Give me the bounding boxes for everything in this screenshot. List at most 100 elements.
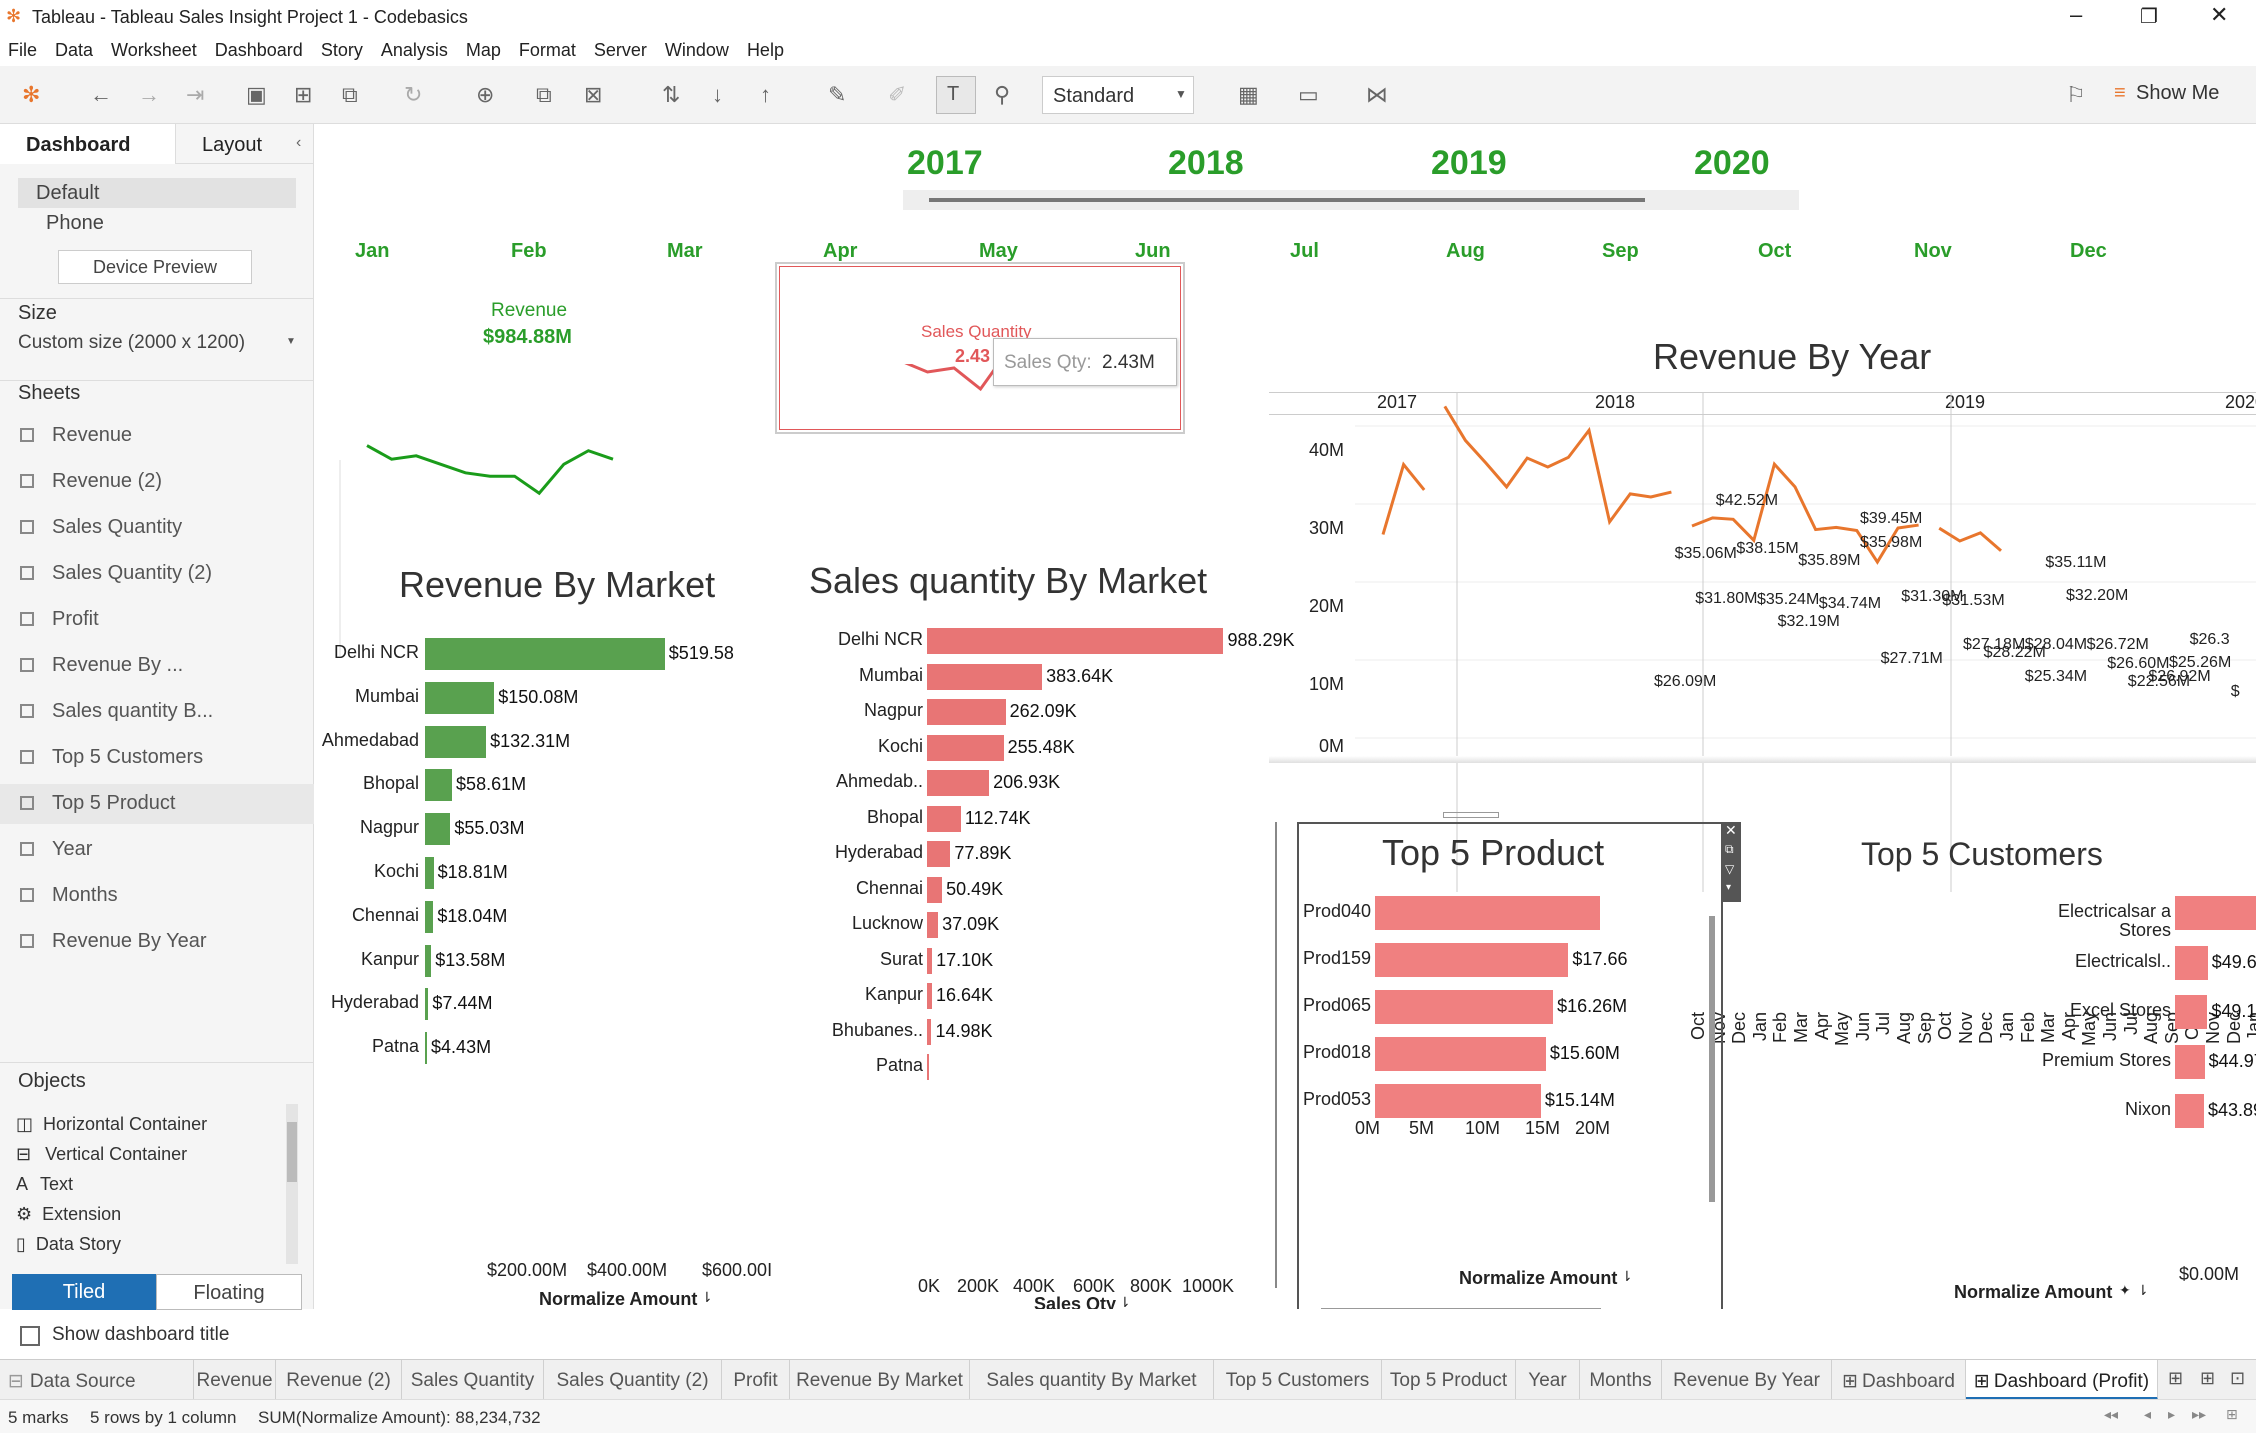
tab-months[interactable]: Months xyxy=(1580,1360,1662,1400)
tableau-home-icon[interactable]: ✻ xyxy=(22,82,40,108)
device-phone[interactable]: Phone xyxy=(46,212,104,235)
object-horizontal-container[interactable]: ◫ Horizontal Container xyxy=(16,1114,207,1135)
clear-sheet-icon[interactable]: ⊠ xyxy=(584,82,602,108)
share-icon[interactable]: ⋈ xyxy=(1366,82,1388,108)
year-filter-scrollbar[interactable] xyxy=(903,190,1799,210)
menu-window[interactable]: Window xyxy=(665,40,729,61)
month-filter-feb[interactable]: Feb xyxy=(511,240,547,263)
nav-prev-icon[interactable]: ◂ xyxy=(2144,1406,2151,1423)
tab-top5-customers[interactable]: Top 5 Customers xyxy=(1214,1360,1382,1400)
pin-icon[interactable]: ✦ xyxy=(2119,1282,2131,1299)
go-to-sheet-icon[interactable]: ⧉ xyxy=(1725,842,1734,857)
sheet-item-year[interactable]: Year xyxy=(20,838,92,861)
new-story-tab-icon[interactable]: ⊡ xyxy=(2230,1368,2245,1389)
tab-dashboard[interactable]: Dashboard xyxy=(0,124,176,164)
size-select[interactable]: Custom size (2000 x 1200) ▼ xyxy=(16,330,300,360)
tab-revenue-2[interactable]: Revenue (2) xyxy=(276,1360,402,1400)
sheet-item-sales-quantity[interactable]: Sales Quantity xyxy=(20,516,182,539)
month-filter-jun[interactable]: Jun xyxy=(1135,240,1171,263)
new-dashboard-tab-icon[interactable]: ⊞ xyxy=(2200,1368,2215,1389)
object-extension[interactable]: ⚙ Extension xyxy=(16,1204,121,1225)
menu-server[interactable]: Server xyxy=(594,40,647,61)
sort-icon[interactable]: ⇂ xyxy=(2137,1282,2149,1299)
splitter-handle[interactable] xyxy=(1443,812,1499,818)
fit-select[interactable]: Standard ▼ xyxy=(1042,76,1194,114)
tab-revenue-by-market[interactable]: Revenue By Market xyxy=(790,1360,970,1400)
duplicate-icon[interactable]: ⧉ xyxy=(536,82,552,108)
tab-profit[interactable]: Profit xyxy=(722,1360,790,1400)
replay-icon[interactable]: ⇥ xyxy=(186,82,204,108)
tab-revenue-by-year[interactable]: Revenue By Year xyxy=(1662,1360,1832,1400)
show-me-button[interactable]: Show Me xyxy=(2136,82,2219,105)
tab-sales-quantity-2[interactable]: Sales Quantity (2) xyxy=(544,1360,722,1400)
group-icon[interactable]: ✐ xyxy=(888,82,906,108)
horizontal-scrollbar[interactable] xyxy=(1321,1308,1601,1309)
show-title-checkbox[interactable] xyxy=(20,1326,40,1346)
tab-top5-product[interactable]: Top 5 Product xyxy=(1382,1360,1516,1400)
month-filter-apr[interactable]: Apr xyxy=(823,240,857,263)
sheet-item-sales-quantity-by-market[interactable]: Sales quantity B... xyxy=(20,700,213,723)
tab-data-source[interactable]: ⊟ Data Source xyxy=(8,1360,194,1400)
refresh-icon[interactable]: ↻ xyxy=(404,82,422,108)
tiled-button[interactable]: Tiled xyxy=(12,1274,156,1310)
year-filter-2020[interactable]: 2020 xyxy=(1694,144,1770,183)
swap-icon[interactable]: ⇅ xyxy=(662,82,680,108)
grid-view-icon[interactable]: ⊞ xyxy=(2226,1406,2238,1423)
menu-worksheet[interactable]: Worksheet xyxy=(111,40,197,61)
collapse-pane-icon[interactable]: ‹ xyxy=(296,134,301,152)
new-worksheet-tab-icon[interactable]: ⊞ xyxy=(2168,1368,2183,1389)
floating-button[interactable]: Floating xyxy=(156,1274,302,1310)
menu-story[interactable]: Story xyxy=(321,40,363,61)
object-vertical-container[interactable]: ⊟ Vertical Container xyxy=(16,1144,187,1165)
month-filter-oct[interactable]: Oct xyxy=(1758,240,1791,263)
year-filter-2017[interactable]: 2017 xyxy=(907,144,983,183)
object-data-story[interactable]: ▯ Data Story xyxy=(16,1234,121,1255)
year-filter-2019[interactable]: 2019 xyxy=(1431,144,1507,183)
sheet-item-revenue-by-market[interactable]: Revenue By ... xyxy=(20,654,183,677)
sort-icon[interactable]: ⇂ xyxy=(1621,1268,1633,1285)
pin-icon[interactable]: ⚲ xyxy=(994,82,1010,108)
tab-layout[interactable]: Layout xyxy=(176,124,314,164)
minimize-icon[interactable]: – xyxy=(2070,2,2082,28)
month-filter-jul[interactable]: Jul xyxy=(1290,240,1319,263)
nav-last-icon[interactable]: ▸▸ xyxy=(2192,1406,2206,1423)
sheet-item-revenue-2[interactable]: Revenue (2) xyxy=(20,470,162,493)
sheet-item-sales-quantity-2[interactable]: Sales Quantity (2) xyxy=(20,562,212,585)
tab-dashboard-profit[interactable]: ⊞ Dashboard (Profit) xyxy=(1966,1360,2158,1400)
new-worksheet-icon[interactable]: ⊕ xyxy=(476,82,494,108)
month-filter-sep[interactable]: Sep xyxy=(1602,240,1639,263)
menu-file[interactable]: File xyxy=(8,40,37,61)
sort-desc-icon[interactable]: ↑ xyxy=(760,82,771,108)
tab-sales-quantity-by-market[interactable]: Sales quantity By Market xyxy=(970,1360,1214,1400)
tab-dashboard[interactable]: ⊞ Dashboard xyxy=(1832,1360,1966,1400)
presentation-icon[interactable]: ▭ xyxy=(1298,82,1319,108)
sheet-item-months[interactable]: Months xyxy=(20,884,118,907)
sort-icon[interactable]: ⇂ xyxy=(701,1289,713,1306)
sort-icon[interactable]: ⇂ xyxy=(1119,1294,1131,1309)
sheet-item-revenue-by-year[interactable]: Revenue By Year xyxy=(20,930,207,953)
tab-year[interactable]: Year xyxy=(1516,1360,1580,1400)
menu-help[interactable]: Help xyxy=(747,40,784,61)
format-painter-icon[interactable]: ⚐ xyxy=(2066,82,2086,108)
objects-scrollbar[interactable] xyxy=(286,1104,298,1264)
pause-updates-icon[interactable]: ⧉ xyxy=(342,82,358,108)
menu-data[interactable]: Data xyxy=(55,40,93,61)
sheet-item-profit[interactable]: Profit xyxy=(20,608,99,631)
object-text[interactable]: A Text xyxy=(16,1174,73,1195)
month-filter-jan[interactable]: Jan xyxy=(355,240,389,263)
month-filter-may[interactable]: May xyxy=(979,240,1018,263)
scrollbar-thumb[interactable] xyxy=(287,1122,297,1182)
tab-revenue[interactable]: Revenue xyxy=(194,1360,276,1400)
sheet-item-top5-product[interactable]: Top 5 Product xyxy=(20,792,175,815)
menu-dashboard[interactable]: Dashboard xyxy=(215,40,303,61)
redo-icon[interactable]: → xyxy=(138,82,160,108)
month-filter-mar[interactable]: Mar xyxy=(667,240,703,263)
close-icon[interactable]: ✕ xyxy=(2210,2,2228,28)
menu-analysis[interactable]: Analysis xyxy=(381,40,448,61)
filter-icon[interactable]: ▽ xyxy=(1725,862,1734,876)
device-preview-button[interactable]: Device Preview xyxy=(58,250,252,284)
nav-next-icon[interactable]: ▸ xyxy=(2168,1406,2175,1423)
year-filter-2018[interactable]: 2018 xyxy=(1168,144,1244,183)
vertical-scrollbar[interactable] xyxy=(1709,916,1715,1202)
scrollbar-thumb[interactable] xyxy=(929,198,1645,202)
